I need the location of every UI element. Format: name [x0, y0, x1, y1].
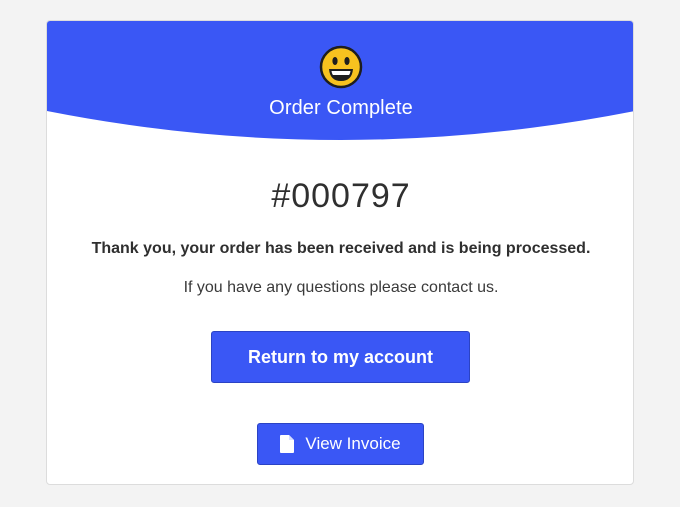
file-icon	[280, 435, 295, 453]
return-to-account-button[interactable]: Return to my account	[211, 331, 470, 383]
view-invoice-button[interactable]: View Invoice	[257, 423, 424, 465]
return-to-account-label: Return to my account	[247, 346, 434, 367]
order-number: #000797	[271, 177, 411, 215]
order-complete-header: Order Complete	[47, 21, 633, 143]
contact-message: If you have any questions please contact…	[183, 279, 499, 296]
thank-you-message: Thank you, your order has been received …	[91, 240, 591, 257]
view-invoice-label: View Invoice	[305, 434, 401, 453]
order-complete-card: Order Complete #000797 Thank you, your o…	[46, 20, 634, 485]
page-title: Order Complete	[269, 97, 413, 119]
grinning-face-icon	[319, 45, 363, 89]
